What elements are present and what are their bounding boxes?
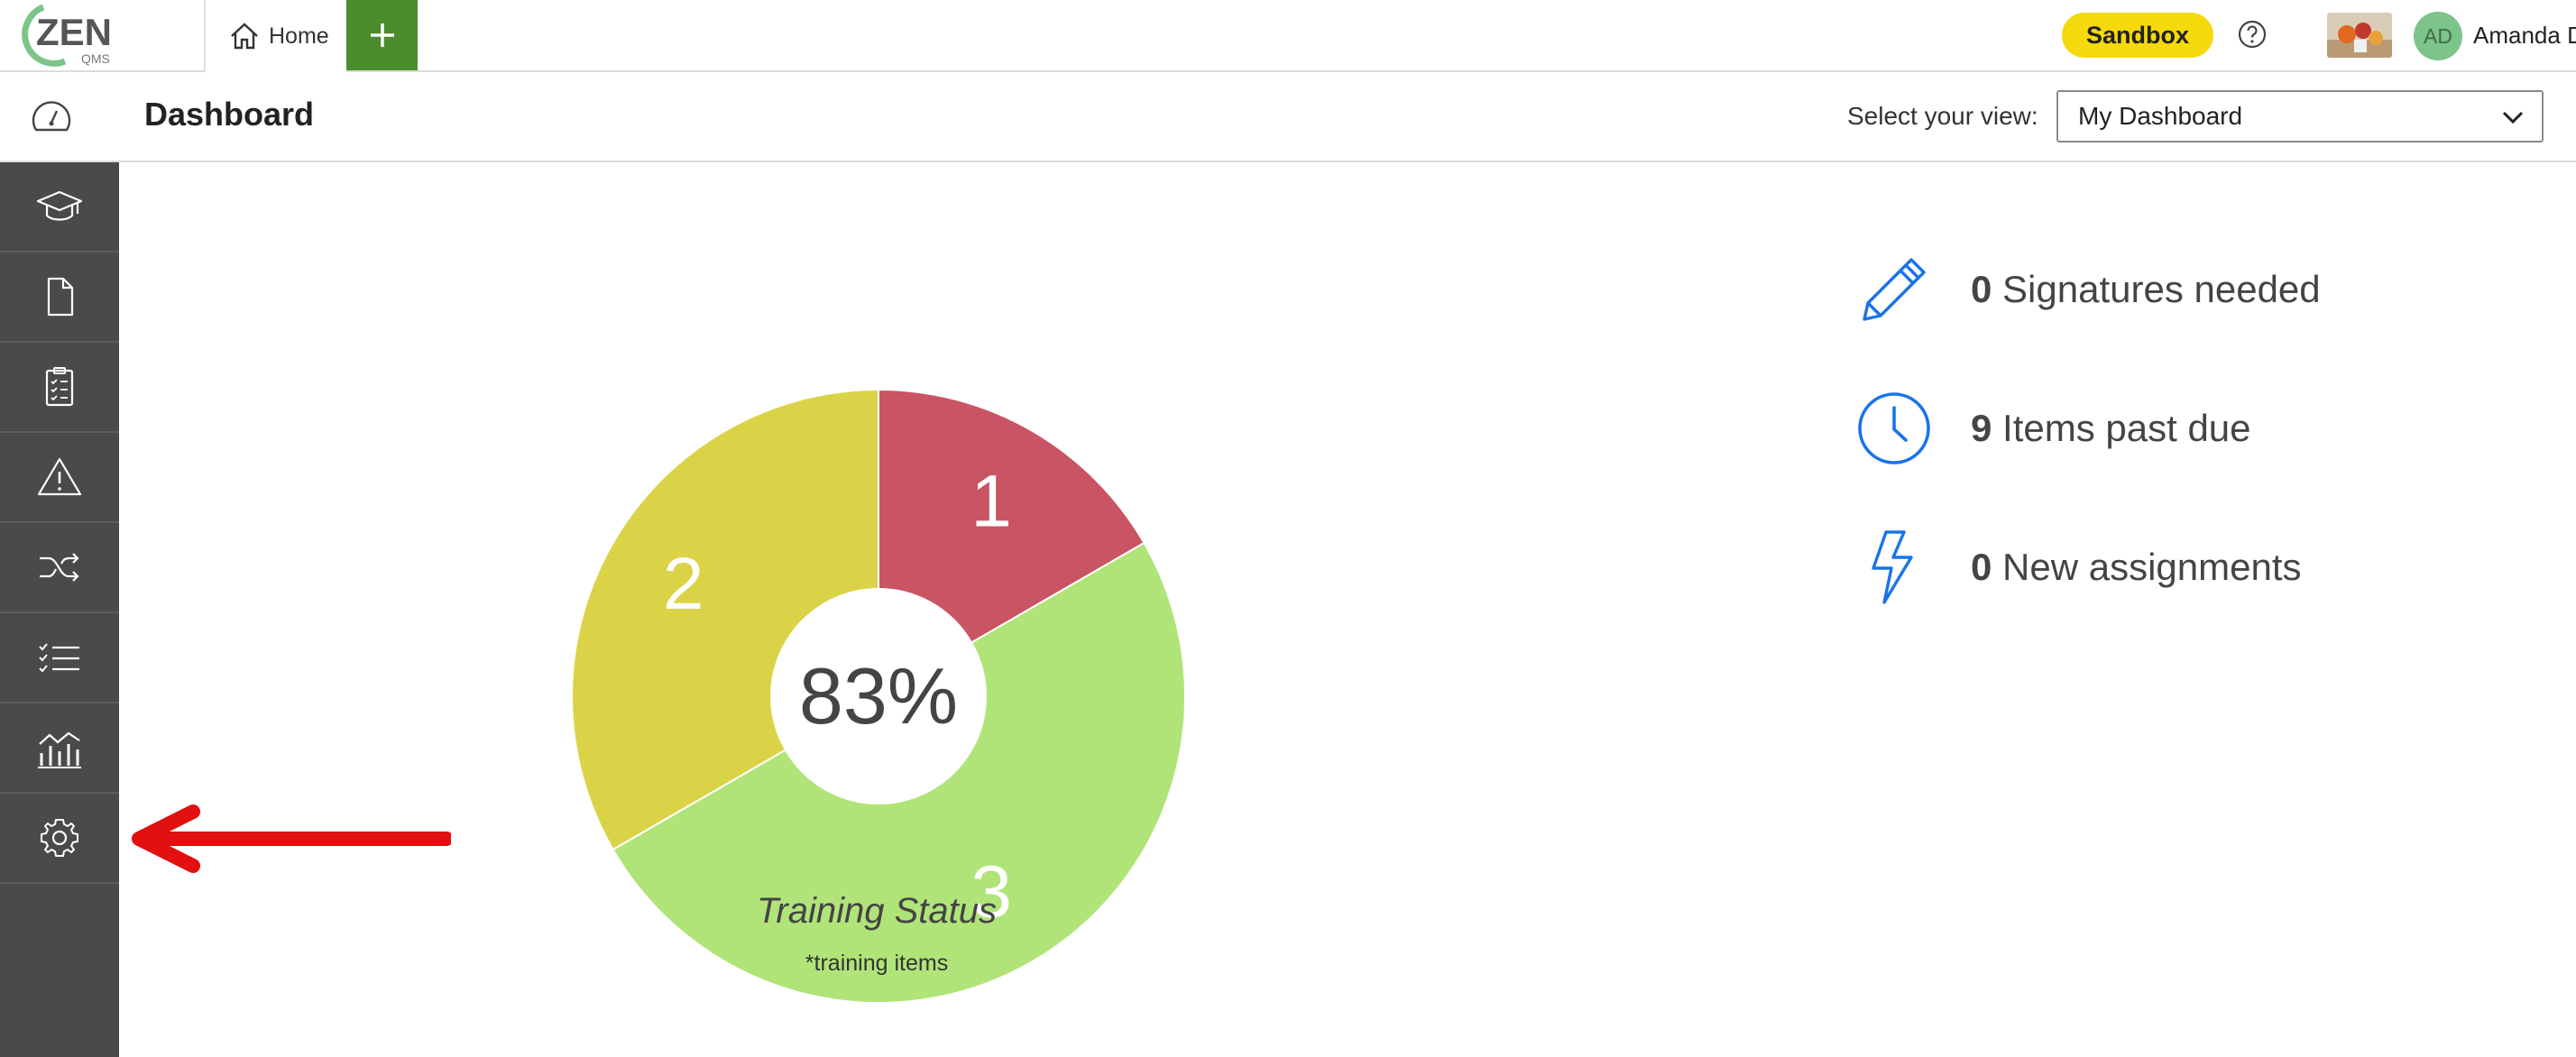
chart-title: Training Status [756, 891, 998, 931]
stat-count: 0 [1971, 268, 1992, 310]
stat-label: New assignments [2002, 546, 2302, 588]
chevron-down-icon [2502, 111, 2524, 124]
question-circle-icon[interactable] [2237, 19, 2268, 50]
graduation-cap-icon [36, 190, 83, 221]
page-header: Dashboard Select your view: My Dashboard [0, 72, 2576, 162]
dashboard-gauge-icon[interactable] [29, 97, 74, 137]
stat-signatures-needed[interactable]: 0 Signatures needed [1855, 249, 2576, 330]
slice-data-label: 1 [971, 460, 1012, 542]
stat-count: 0 [1971, 546, 1992, 588]
clock-icon [1858, 392, 1930, 464]
chart-subtitle: *training items [805, 951, 949, 976]
view-select-value: My Dashboard [2078, 102, 2243, 130]
sidebar-item-settings[interactable] [0, 794, 119, 884]
sidebar-item-documents[interactable] [0, 253, 119, 343]
stat-items-past-due[interactable]: 9 Items past due [1855, 388, 2576, 469]
stat-new-assignments[interactable]: 0 New assignments [1855, 527, 2576, 608]
svg-text:ZEN: ZEN [36, 11, 112, 53]
warning-triangle-icon [37, 457, 82, 496]
home-tab-label: Home [269, 23, 329, 49]
sidebar-item-training[interactable] [0, 162, 119, 253]
home-icon [231, 23, 258, 50]
stat-label: Signatures needed [2002, 268, 2321, 310]
top-bar: ZEN QMS Home Sandbox AD Amanda D [0, 0, 2576, 72]
sidebar-item-reports[interactable] [0, 703, 119, 794]
dashboard-main: 1 3 2 83% Training Status *training items 0… [119, 162, 2576, 1057]
page-title: Dashboard [144, 96, 315, 133]
stat-label: Items past due [2002, 407, 2251, 449]
sidebar [0, 162, 119, 1057]
annotation-arrow [132, 804, 451, 873]
document-icon [47, 277, 74, 317]
view-select-dropdown[interactable]: My Dashboard [2056, 90, 2544, 142]
sidebar-item-workflows[interactable] [0, 523, 119, 613]
shuffle-icon [40, 553, 79, 582]
sidebar-item-tasks[interactable] [0, 613, 119, 703]
zen-qms-logo[interactable]: ZEN QMS [13, 2, 121, 69]
checklist-icon [39, 643, 79, 673]
chart-icon [38, 731, 81, 768]
slice-data-label: 2 [663, 543, 704, 625]
home-tab[interactable]: Home [204, 0, 348, 72]
sidebar-item-audits[interactable] [0, 343, 119, 433]
pencil-icon [1863, 258, 1926, 321]
view-select-label: Select your view: [1847, 102, 2038, 130]
clipboard-checklist-icon [45, 367, 74, 407]
lightning-icon [1872, 530, 1913, 604]
gear-icon [41, 819, 78, 857]
add-tab-button[interactable] [346, 0, 418, 70]
sandbox-badge: Sandbox [2062, 13, 2213, 58]
stat-count: 9 [1971, 407, 1992, 449]
user-name[interactable]: Amanda D [2473, 22, 2576, 50]
avatar[interactable]: AD [2414, 12, 2462, 60]
plus-icon [370, 23, 394, 47]
user-photo[interactable] [2327, 13, 2392, 58]
sidebar-item-risks[interactable] [0, 433, 119, 523]
svg-text:QMS: QMS [81, 51, 110, 66]
donut-center-label: 83% [799, 651, 958, 740]
